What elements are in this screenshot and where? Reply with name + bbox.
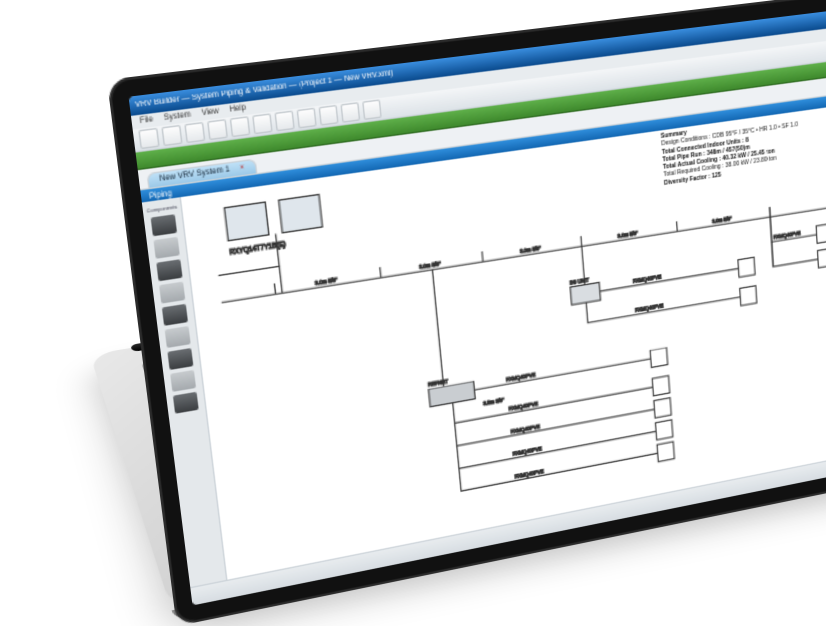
save-icon[interactable] [184, 122, 205, 143]
palette-other-icon[interactable] [173, 392, 199, 414]
svg-text:3.0m 5/8": 3.0m 5/8" [315, 276, 338, 287]
paste-icon[interactable] [274, 110, 294, 131]
status-bar [190, 447, 826, 606]
svg-text:RXYQ14T7Y1B(E): RXYQ14T7Y1B(E) [229, 240, 286, 256]
palette-indoor-unit-icon[interactable] [153, 237, 179, 259]
tab-close-icon[interactable]: × [239, 164, 245, 173]
svg-text:FXMQ40PVE: FXMQ40PVE [635, 302, 664, 314]
svg-text:FXMQ40PVE: FXMQ40PVE [512, 445, 542, 457]
svg-text:REFNET: REFNET [428, 377, 449, 388]
open-icon[interactable] [161, 125, 182, 146]
summary-line: Total Pipe Run : 348m / 457(50)m [662, 126, 826, 164]
svg-text:FXMQ40PVE: FXMQ40PVE [514, 467, 544, 479]
menu-file[interactable]: File [139, 116, 153, 126]
undo-icon[interactable] [297, 108, 317, 129]
zoom-out-icon[interactable] [362, 99, 382, 120]
svg-text:FXMQ40PVE: FXMQ40PVE [773, 230, 801, 241]
print-icon[interactable] [207, 119, 228, 140]
redo-icon[interactable] [319, 105, 339, 126]
document-header-title: Piping [149, 190, 172, 201]
svg-text:3.0m 5/8": 3.0m 5/8" [617, 230, 638, 240]
svg-text:FXMQ40PVE: FXMQ40PVE [508, 400, 538, 412]
svg-text:BS UNIT: BS UNIT [570, 276, 590, 286]
palette-controller-icon[interactable] [165, 326, 191, 348]
app-window: VRV Builder — System Piping & Validation… [129, 6, 826, 606]
svg-text:3.5m 3/8": 3.5m 3/8" [483, 396, 504, 407]
new-icon[interactable] [138, 128, 159, 149]
palette-ahu-icon[interactable] [170, 370, 196, 392]
menu-view[interactable]: View [201, 108, 219, 118]
zoom-in-icon[interactable] [340, 102, 360, 123]
palette-header-icon[interactable] [162, 304, 188, 326]
svg-text:3.0m 5/8": 3.0m 5/8" [419, 260, 441, 271]
svg-text:FXMQ40PVE: FXMQ40PVE [633, 273, 662, 285]
palette-refnet-icon[interactable] [159, 282, 185, 304]
menu-system[interactable]: System [164, 111, 192, 123]
menu-help[interactable]: Help [229, 104, 246, 114]
cut-icon[interactable] [230, 116, 251, 137]
copy-icon[interactable] [252, 113, 272, 134]
summary-line: Total Required Cooling : 38.00 kW / 23.8… [663, 141, 826, 179]
palette-bs-unit-icon[interactable] [156, 259, 182, 281]
summary-line: Diversity Factor : 125 [664, 149, 826, 187]
palette-pipe-icon[interactable] [167, 348, 193, 370]
svg-text:FXMQ40PVE: FXMQ40PVE [510, 423, 540, 435]
svg-text:3.0m 5/8": 3.0m 5/8" [712, 215, 732, 225]
svg-text:3.0m 5/8": 3.0m 5/8" [520, 245, 542, 255]
palette-outdoor-unit-icon[interactable] [151, 214, 177, 236]
